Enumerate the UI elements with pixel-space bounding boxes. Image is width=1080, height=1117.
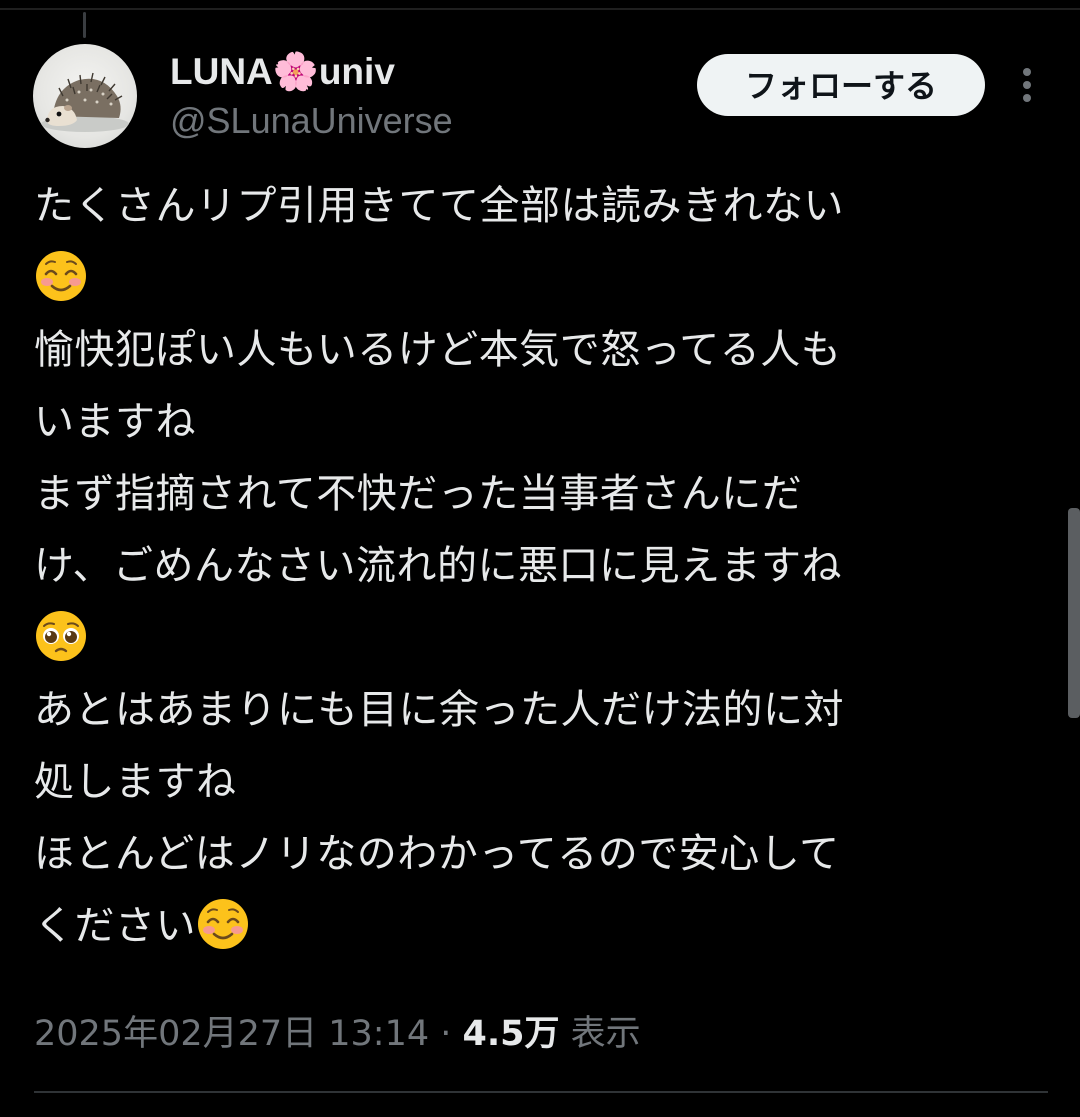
tweet-line: たくさんリプ引用きてて全部は読みきれない: [34, 183, 844, 229]
meta-separator: ·: [429, 1014, 463, 1054]
views-label: 表示: [559, 1014, 641, 1054]
tweet-line: [34, 242, 1044, 314]
tweet-line-text: ください: [34, 903, 196, 949]
author-handle[interactable]: @SLunaUniverse: [170, 99, 453, 143]
tweet-line: いますね: [34, 399, 196, 445]
hedgehog-avatar[interactable]: [33, 44, 137, 148]
scrollbar-thumb[interactable]: [1068, 508, 1080, 718]
smiling-face-icon: [198, 899, 248, 949]
smiling-face-icon: [36, 251, 86, 301]
pleading-face-icon: [36, 611, 86, 661]
tweet-line: ほとんどはノリなのわかってるので安心して: [34, 831, 840, 877]
views-count: 4.5万: [462, 1014, 560, 1054]
tweet-meta: 2025年02月27日 13:14 · 4.5万 表示: [34, 1007, 641, 1061]
tweet-timestamp[interactable]: 2025年02月27日 13:14: [34, 1014, 429, 1054]
thread-connector-line: [83, 12, 86, 38]
tweet-line: け、ごめんなさい流れ的に悪口に見えますね: [34, 543, 842, 589]
tweet-line: [34, 602, 1044, 674]
author-display-name[interactable]: LUNA🌸univ: [170, 50, 395, 94]
top-divider: [0, 8, 1080, 10]
tweet-line: まず指摘されて不快だった当事者さんにだ: [34, 471, 803, 517]
bottom-divider: [34, 1091, 1048, 1093]
follow-button[interactable]: フォローする: [697, 54, 985, 116]
tweet-line: 愉快犯ぽい人もいるけど本気で怒ってる人も: [34, 327, 842, 373]
tweet-line: あとはあまりにも目に余った人だけ法的に対: [34, 687, 844, 733]
tweet-line: 処しますね: [34, 759, 237, 805]
tweet-line: ください: [34, 890, 1044, 962]
more-vertical-icon[interactable]: [1010, 62, 1044, 108]
tweet-text: たくさんリプ引用きてて全部は読みきれない 愉快犯ぽい人もいるけど本気で怒ってる人…: [34, 170, 1044, 962]
